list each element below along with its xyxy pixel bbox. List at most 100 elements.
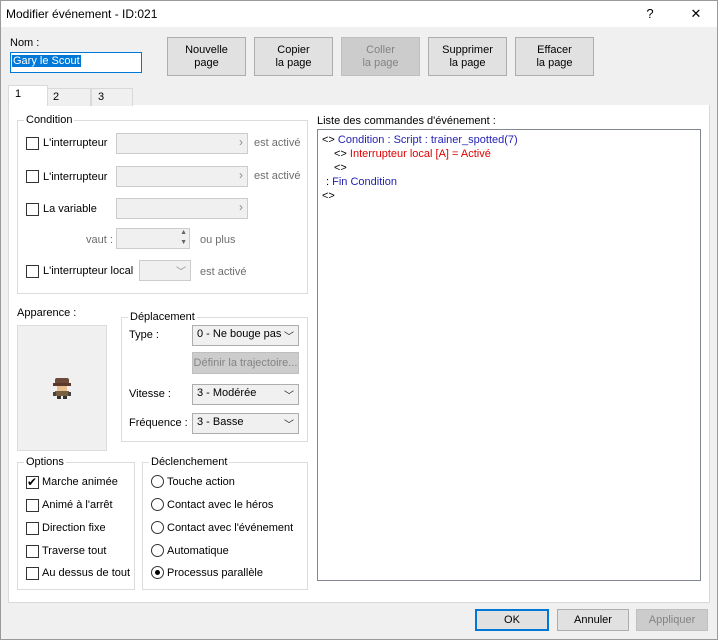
always-on-top-label: Au dessus de tout (42, 567, 131, 579)
copy-page-label-1: Copier (277, 43, 310, 56)
variable-suffix: ou plus (200, 234, 236, 246)
chevron-down-icon: ﹀ (284, 332, 294, 343)
trigger-action-radio[interactable] (151, 475, 164, 488)
new-page-button[interactable]: Nouvelle page (167, 37, 246, 76)
command-marker: <> (334, 148, 347, 160)
tab-1[interactable]: 1 (8, 85, 48, 106)
appearance-label: Apparence : (17, 307, 77, 319)
command-marker: <> (334, 162, 347, 174)
tab-2[interactable]: 2 (46, 88, 91, 106)
copy-page-label-2: la page (275, 56, 312, 69)
fixed-direction-label: Direction fixe (42, 522, 106, 534)
options-legend: Options (26, 456, 64, 468)
chevron-down-icon: ﹀ (176, 267, 186, 278)
animated-idle-checkbox[interactable] (26, 499, 39, 512)
appearance-preview[interactable] (17, 325, 107, 451)
character-sprite-icon (53, 378, 71, 399)
trigger-player-touch-label: Contact avec le héros (167, 499, 274, 511)
through-label: Traverse tout (42, 545, 107, 557)
spin-up-icon[interactable]: ▲ (180, 229, 187, 236)
variable-label: La variable (43, 203, 97, 215)
clear-page-label-2: la page (536, 56, 573, 69)
trigger-event-touch-label: Contact avec l'événement (167, 522, 294, 534)
new-page-label-2: page (194, 56, 219, 69)
condition-legend: Condition (26, 114, 73, 126)
type-value: 0 - Ne bouge pas (197, 328, 282, 340)
command-list[interactable]: <> Condition : Script : trainer_spotted(… (317, 129, 701, 581)
trigger-parallel-label: Processus parallèle (167, 567, 263, 579)
animated-walk-checkbox[interactable] (26, 475, 39, 489)
through-checkbox[interactable] (26, 545, 39, 558)
variable-checkbox[interactable] (26, 203, 39, 216)
trigger-autorun-radio[interactable] (151, 544, 164, 557)
title-bar: Modifier événement - ID:021 ? ✕ (0, 0, 718, 28)
close-icon[interactable]: ✕ (676, 0, 716, 28)
switch2-suffix: est activé (254, 170, 301, 182)
apply-button[interactable]: Appliquer (636, 609, 708, 631)
switch1-checkbox[interactable] (26, 137, 39, 150)
chevron-down-icon: ﹀ (284, 391, 294, 402)
type-select[interactable]: 0 - Ne bouge pas ﹀ (192, 325, 299, 346)
animated-idle-label: Animé à l'arrêt (42, 499, 113, 511)
variable-vaut-label: vaut : (86, 234, 113, 246)
copy-page-button[interactable]: Copier la page (254, 37, 333, 76)
trigger-event-touch-radio[interactable] (151, 521, 164, 534)
switch1-label: L'interrupteur (43, 137, 108, 149)
always-on-top-checkbox[interactable] (26, 567, 39, 580)
local-switch-select[interactable]: ﹀ (139, 260, 191, 281)
speed-label: Vitesse : (129, 388, 171, 400)
ok-button[interactable]: OK (475, 609, 549, 631)
chevron-down-icon: ﹀ (284, 420, 294, 431)
local-switch-label: L'interrupteur local (43, 265, 134, 277)
chevron-right-icon: › (239, 168, 243, 182)
trigger-parallel-radio[interactable] (151, 566, 164, 579)
window-title: Modifier événement - ID:021 (6, 7, 158, 21)
spin-down-icon[interactable]: ▼ (180, 239, 187, 246)
switch2-select[interactable]: › (116, 166, 248, 187)
frequency-select[interactable]: 3 - Basse ﹀ (192, 413, 299, 434)
trigger-autorun-label: Automatique (167, 545, 229, 557)
route-button[interactable]: Définir la trajectoire... (192, 352, 299, 374)
tab-3[interactable]: 3 (91, 88, 133, 106)
command-text: Fin Condition (332, 176, 397, 188)
command-marker: <> (322, 190, 335, 202)
trigger-action-label: Touche action (167, 476, 235, 488)
frequency-value: 3 - Basse (197, 416, 244, 428)
command-line[interactable]: <> Condition : Script : trainer_spotted(… (322, 133, 696, 147)
switch2-checkbox[interactable] (26, 170, 39, 183)
clear-page-button[interactable]: Effacer la page (515, 37, 594, 76)
local-switch-suffix: est activé (200, 266, 247, 278)
command-list-label: Liste des commandes d'événement : (317, 115, 496, 127)
paste-page-label-2: la page (362, 56, 399, 69)
variable-select[interactable]: › (116, 198, 248, 219)
command-marker: : (326, 176, 330, 188)
command-line[interactable]: <> (322, 189, 696, 203)
local-switch-checkbox[interactable] (26, 265, 39, 278)
command-text: Interrupteur local [A] = Activé (349, 148, 491, 160)
delete-page-button[interactable]: Supprimer la page (428, 37, 507, 76)
cancel-button[interactable]: Annuler (557, 609, 629, 631)
command-line[interactable]: <> Interrupteur local [A] = Activé (322, 147, 696, 161)
paste-page-button[interactable]: Coller la page (341, 37, 420, 76)
name-input[interactable]: Gary le Scout (10, 52, 142, 73)
movement-legend: Déplacement (130, 311, 195, 323)
command-text: Condition : Script : trainer_spotted(7) (337, 134, 518, 146)
delete-page-label-1: Supprimer (442, 43, 493, 56)
chevron-right-icon: › (239, 135, 243, 149)
command-line[interactable]: <> (322, 161, 696, 175)
command-line[interactable]: : Fin Condition (322, 175, 696, 189)
frequency-label: Fréquence : (129, 417, 188, 429)
variable-value-spinner[interactable]: ▲ ▼ (116, 228, 190, 249)
animated-walk-label: Marche animée (42, 476, 118, 488)
trigger-player-touch-radio[interactable] (151, 498, 164, 511)
type-label: Type : (129, 329, 159, 341)
help-button[interactable]: ? (630, 0, 670, 28)
speed-select[interactable]: 3 - Modérée ﹀ (192, 384, 299, 405)
new-page-label-1: Nouvelle (185, 43, 228, 56)
trigger-legend: Déclenchement (151, 456, 228, 468)
command-marker: <> (322, 134, 335, 146)
switch1-select[interactable]: › (116, 133, 248, 154)
paste-page-label-1: Coller (366, 43, 395, 56)
name-label: Nom : (10, 37, 40, 49)
fixed-direction-checkbox[interactable] (26, 522, 39, 535)
